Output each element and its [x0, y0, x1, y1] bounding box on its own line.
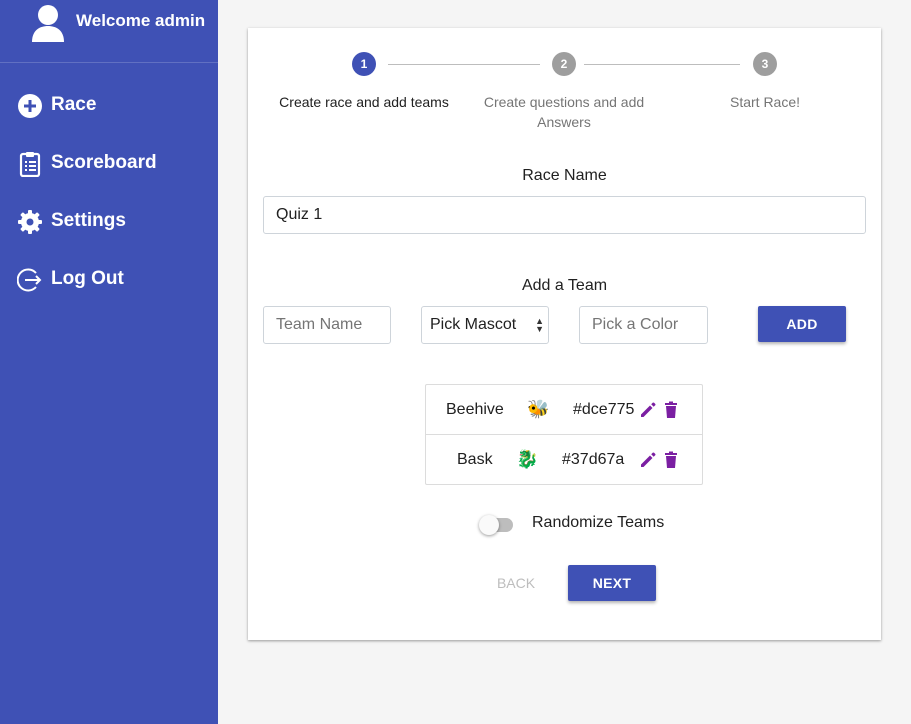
- sidebar-item-settings[interactable]: Settings: [0, 202, 218, 242]
- color-input[interactable]: [579, 306, 708, 344]
- toggle-thumb: [479, 515, 499, 535]
- step-2-indicator[interactable]: 2: [552, 52, 576, 76]
- sidebar-item-race[interactable]: Race: [0, 86, 218, 126]
- randomize-label: Randomize Teams: [532, 514, 665, 531]
- delete-icon[interactable]: [661, 450, 681, 470]
- dragon-icon: 🐉: [516, 449, 539, 469]
- add-team-label: Add a Team: [521, 277, 608, 294]
- team-name-input[interactable]: [263, 306, 391, 344]
- step-connector: [584, 64, 740, 65]
- bee-icon: 🐝: [527, 399, 550, 419]
- gear-icon: [18, 210, 42, 234]
- mascot-select[interactable]: Pick Mascot ▲ ▼: [421, 306, 549, 344]
- team-name: Beehive: [446, 401, 504, 418]
- sidebar-item-logout[interactable]: Log Out: [0, 260, 218, 300]
- sidebar-item-scoreboard[interactable]: Scoreboard: [0, 144, 218, 184]
- race-name-input[interactable]: [263, 196, 866, 234]
- welcome-text: Welcome admin: [76, 11, 206, 30]
- sidebar-item-label: Log Out: [51, 268, 124, 289]
- sidebar-header: Welcome admin: [0, 0, 218, 63]
- step-3-label: Start Race!: [729, 94, 801, 110]
- clipboard-icon: [19, 152, 41, 177]
- step-1-label: Create race and add teams: [279, 94, 449, 110]
- race-name-label: Race Name: [522, 167, 607, 184]
- table-row: Beehive 🐝 #dce775: [426, 385, 702, 435]
- sidebar-item-label: Scoreboard: [51, 152, 157, 173]
- delete-icon[interactable]: [661, 400, 681, 420]
- team-color: #37d67a: [562, 451, 625, 468]
- step-1-indicator[interactable]: 1: [352, 52, 376, 76]
- logout-icon: [17, 268, 42, 292]
- table-row: Bask 🐉 #37d67a: [426, 435, 702, 484]
- edit-icon[interactable]: [638, 450, 658, 470]
- randomize-toggle[interactable]: [479, 515, 515, 535]
- step-connector: [388, 64, 540, 65]
- team-name: Bask: [457, 451, 493, 468]
- user-icon: [32, 5, 64, 42]
- race-setup-card: 1 2 3 Create race and add teams Create q…: [248, 28, 881, 640]
- sidebar-item-label: Settings: [51, 210, 126, 231]
- step-3-indicator[interactable]: 3: [753, 52, 777, 76]
- sidebar: Welcome admin Race Scoreboard Settings L…: [0, 0, 218, 724]
- mascot-select-value: Pick Mascot: [430, 316, 517, 333]
- next-button[interactable]: NEXT: [568, 565, 656, 601]
- back-button[interactable]: BACK: [478, 565, 554, 601]
- sidebar-item-label: Race: [51, 94, 97, 115]
- add-team-button[interactable]: ADD: [758, 306, 846, 342]
- step-2-label: Create questions and add Answers: [483, 94, 645, 130]
- teams-table: Beehive 🐝 #dce775 Bask 🐉 #37d67a: [425, 384, 703, 485]
- team-color: #dce775: [573, 401, 635, 418]
- select-arrows-icon: ▲ ▼: [535, 316, 544, 334]
- edit-icon[interactable]: [638, 400, 658, 420]
- plus-circle-icon: [18, 94, 42, 118]
